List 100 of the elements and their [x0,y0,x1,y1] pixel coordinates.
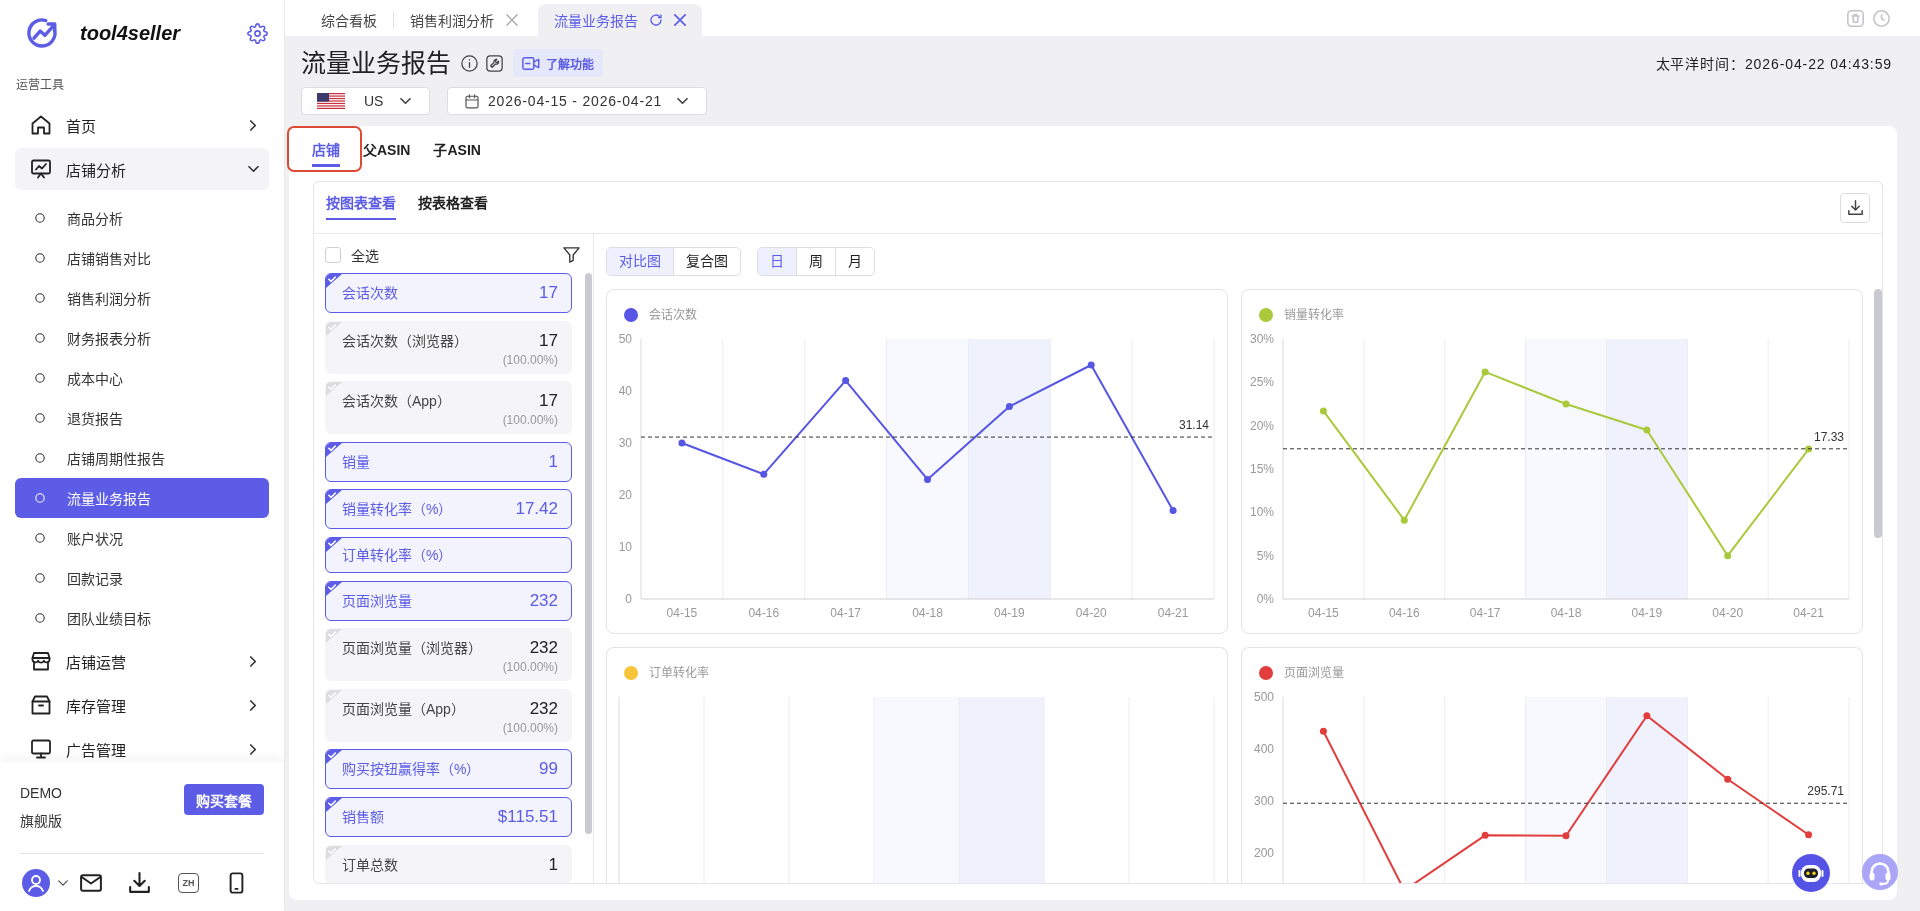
page-tab[interactable]: 综合看板 [305,4,393,36]
download-icon[interactable] [129,872,150,893]
metric-card[interactable]: 页面浏览量 232 [325,580,572,621]
metric-value: 232 [529,637,558,660]
x-axis-label: 04-19 [994,606,1025,620]
feature-guide-button[interactable]: 了解功能 [513,49,603,77]
checkbox[interactable] [325,247,341,263]
calendar-icon [465,93,479,109]
metric-card[interactable]: 销量转化率（%） 17.42 [325,489,572,530]
phone-icon[interactable] [229,871,244,894]
metric-card[interactable]: 页面浏览量（App） 232 (100.00%) [325,688,572,742]
average-label: 31.14 [1178,418,1209,433]
chart-mode-toggle[interactable]: 复合图 [673,248,740,275]
nav-subitem[interactable]: 成本中心 [15,358,269,398]
metric-card[interactable]: 会话次数 17 [325,273,572,313]
y-axis-label: 50 [618,332,632,346]
logo-icon [25,16,59,50]
page-tab[interactable]: 流量业务报告 [538,4,702,36]
nav-subitem[interactable]: 店铺销售对比 [15,238,269,278]
metric-card[interactable]: 销量 1 [325,441,572,482]
metric-label: 会话次数（浏览器） [342,331,468,351]
nav-subitem[interactable]: 财务报表分析 [15,318,269,358]
view-tab[interactable]: 按图表查看 [326,193,396,220]
close-icon[interactable] [674,14,686,26]
data-point [842,377,850,385]
language-button[interactable]: ZH [178,872,199,893]
nav-item[interactable]: 店铺分析 [15,148,269,190]
data-point [1724,552,1732,560]
granularity-toggle[interactable]: 月 [835,248,874,275]
granularity-toggle[interactable]: 周 [796,248,835,275]
nav-subitem[interactable]: 商品分析 [15,198,269,238]
nav-subitem[interactable]: 团队业绩目标 [15,598,269,638]
date-range-select[interactable]: 2026-04-15 - 2026-04-21 [447,87,707,115]
metric-card[interactable]: 会话次数（App） 17 (100.00%) [325,381,572,435]
metric-card[interactable]: 页面浏览量（浏览器） 232 (100.00%) [325,628,572,682]
metric-value: $115.51 [497,805,558,828]
ring-icon [35,253,45,263]
metric-label: 订单总数 [342,855,398,875]
download-button[interactable] [1840,192,1870,223]
scope-tab[interactable]: 子ASIN [433,126,481,167]
metric-label: 页面浏览量（App） [342,699,465,719]
metric-card[interactable]: 销售额 $115.51 [325,796,572,837]
buy-plan-button[interactable]: 购买套餐 [184,784,264,815]
info-icon[interactable] [461,54,478,72]
filter-icon[interactable] [563,247,580,263]
metric-card[interactable]: 订单总数 1 [325,844,572,883]
legend-label: 订单转化率 [649,665,709,681]
metric-share: (100.00%) [501,352,558,367]
check-corner-icon [326,537,342,552]
metric-card[interactable]: 订单转化率（%） [325,536,572,573]
nav-item[interactable]: 首页 [15,104,269,146]
ring-icon [35,453,45,463]
check-corner-icon [326,274,342,288]
nav-item[interactable]: 店铺运营 [15,640,269,682]
robot-icon[interactable] [1792,854,1830,892]
nav-item[interactable]: 广告管理 [15,728,269,762]
nav-subitem[interactable]: 账户状况 [15,518,269,558]
refresh-icon[interactable] [650,14,662,26]
data-point [1481,831,1489,839]
scrollbar-thumb[interactable] [585,273,592,835]
nav-subitem[interactable]: 回款记录 [15,558,269,598]
metric-card[interactable]: 会话次数（浏览器） 17 (100.00%) [325,320,572,374]
page-tab[interactable]: 销售利润分析 [394,4,534,36]
settings-icon[interactable] [247,22,268,44]
x-axis-label: 04-16 [1388,606,1420,620]
chart-mode-toggle[interactable]: 对比图 [607,248,673,275]
scope-tab[interactable]: 父ASIN [363,126,411,167]
nav-item[interactable]: 库存管理 [15,684,269,726]
page-title: 流量业务报告 [301,49,451,77]
metric-share: (100.00%) [501,720,558,735]
avatar-icon[interactable] [22,868,50,897]
check-corner-icon [326,490,342,505]
x-axis-label: 04-17 [830,606,861,620]
caret-icon[interactable] [58,879,68,886]
metric-label: 会话次数 [342,284,398,303]
view-tab[interactable]: 按表格查看 [418,193,488,220]
metric-card[interactable]: 购买按钮赢得率（%） 99 [325,749,572,790]
scrollbar-thumb[interactable] [1874,289,1882,539]
mail-icon[interactable] [80,873,102,892]
ring-icon [35,293,45,303]
nav-subitem[interactable]: 流量业务报告 [15,478,269,518]
legend-label: 页面浏览量 [1284,665,1344,681]
y-axis-label: 0 [625,592,632,606]
ring-icon [35,613,45,623]
granularity-toggle[interactable]: 日 [758,248,796,275]
scope-tab[interactable]: 店铺 [312,126,340,167]
y-axis-label: 5% [1256,548,1274,563]
data-point [1400,516,1408,524]
ring-icon [35,333,45,343]
store-icon [31,651,51,671]
nav-subitem[interactable]: 店铺周期性报告 [15,438,269,478]
marketplace-select[interactable]: US [301,87,430,115]
section-label: 运营工具 [15,77,65,93]
data-point [760,470,768,478]
nav-subitem[interactable]: 销售利润分析 [15,278,269,318]
metric-share: (100.00%) [501,413,558,428]
nav-subitem[interactable]: 退货报告 [15,398,269,438]
wrench-icon[interactable] [486,54,503,72]
legend-label: 销量转化率 [1284,307,1344,323]
x-axis-label: 04-19 [1631,606,1663,620]
